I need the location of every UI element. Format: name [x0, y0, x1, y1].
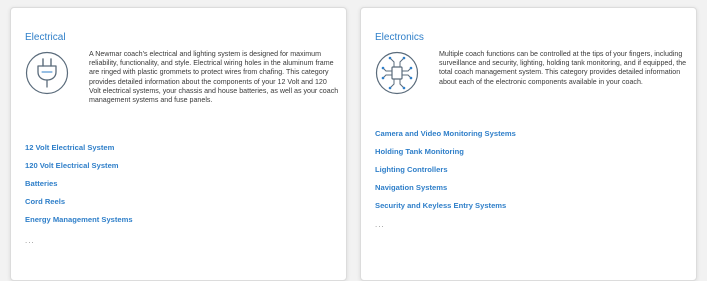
more-link[interactable]: ...	[375, 220, 385, 229]
list-item: Holding Tank Monitoring	[375, 145, 516, 163]
card-title[interactable]: Electronics	[375, 32, 424, 43]
card-title[interactable]: Electrical	[25, 32, 66, 43]
electronics-card: Electronics Multiple coach functions can…	[360, 7, 697, 281]
list-item: 120 Volt Electrical System	[25, 159, 133, 177]
list-item: Navigation Systems	[375, 181, 516, 199]
card-description: Multiple coach functions can be controll…	[439, 50, 687, 86]
link-security-and-keyless-entry-systems[interactable]: Security and Keyless Entry Systems	[375, 201, 506, 210]
more-link[interactable]: ...	[25, 236, 35, 245]
circuit-icon	[375, 51, 419, 95]
link-camera-and-video-monitoring-systems[interactable]: Camera and Video Monitoring Systems	[375, 129, 516, 138]
list-item: Camera and Video Monitoring Systems	[375, 127, 516, 145]
list-item: Batteries	[25, 177, 133, 195]
list-item: Energy Management Systems	[25, 213, 133, 231]
power-plug-icon	[25, 51, 69, 95]
card-description: A Newmar coach's electrical and lighting…	[89, 50, 339, 105]
link-lighting-controllers[interactable]: Lighting Controllers	[375, 165, 448, 174]
link-cord-reels[interactable]: Cord Reels	[25, 197, 65, 206]
link-120-volt-electrical-system[interactable]: 120 Volt Electrical System	[25, 161, 119, 170]
list-item: Cord Reels	[25, 195, 133, 213]
link-navigation-systems[interactable]: Navigation Systems	[375, 183, 447, 192]
link-holding-tank-monitoring[interactable]: Holding Tank Monitoring	[375, 147, 464, 156]
list-item: Security and Keyless Entry Systems	[375, 199, 516, 217]
list-item: Lighting Controllers	[375, 163, 516, 181]
electrical-card: Electrical A Newmar coach's electrical a…	[10, 7, 347, 281]
link-list: Camera and Video Monitoring Systems Hold…	[375, 127, 516, 217]
link-batteries[interactable]: Batteries	[25, 179, 58, 188]
link-energy-management-systems[interactable]: Energy Management Systems	[25, 215, 133, 224]
link-12-volt-electrical-system[interactable]: 12 Volt Electrical System	[25, 143, 114, 152]
link-list: 12 Volt Electrical System 120 Volt Elect…	[25, 141, 133, 231]
list-item: 12 Volt Electrical System	[25, 141, 133, 159]
